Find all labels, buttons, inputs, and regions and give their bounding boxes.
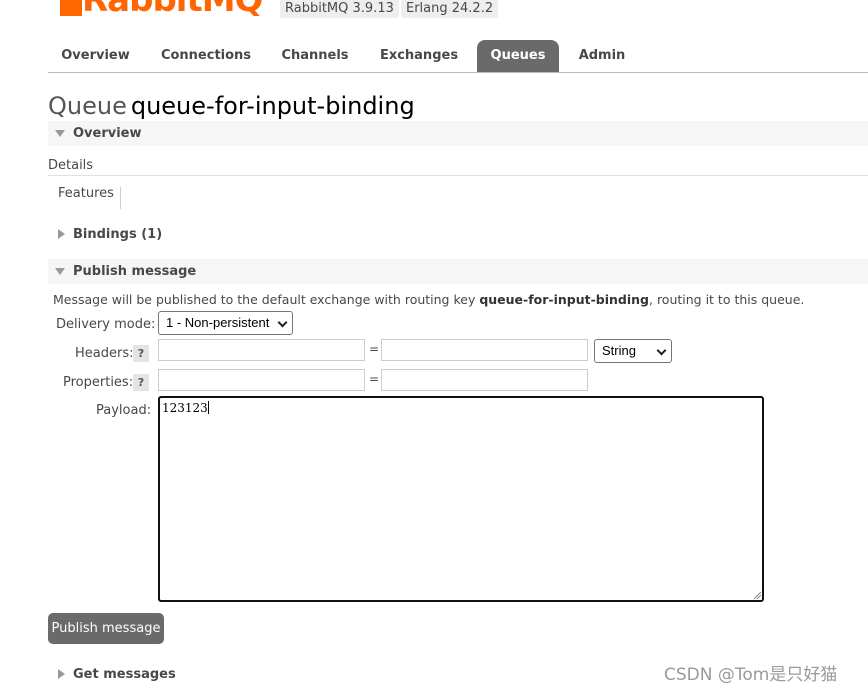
header-type-select[interactable]: String: [594, 339, 672, 363]
header-type-value: String: [602, 343, 636, 358]
payload-label: Payload:: [96, 403, 152, 418]
routing-key: queue-for-input-binding: [479, 292, 649, 307]
properties-label: Properties:: [63, 375, 134, 390]
page-title-prefix: Queue: [48, 92, 127, 120]
collapsed-triangle-icon: [58, 229, 65, 239]
details-divider: [48, 175, 868, 176]
logo-text: RabbitMQ: [82, 0, 263, 16]
overview-heading: Overview: [73, 126, 142, 141]
rabbit-logo-icon: [60, 0, 82, 16]
get-messages-heading: Get messages: [73, 667, 176, 682]
tab-exchanges[interactable]: Exchanges: [370, 40, 468, 72]
delivery-mode-label: Delivery mode:: [56, 317, 156, 332]
header-value-input[interactable]: [381, 339, 588, 361]
publish-desc-text: Message will be published to the default…: [53, 292, 480, 307]
tab-admin[interactable]: Admin: [568, 40, 636, 72]
publish-heading: Publish message: [73, 264, 197, 279]
features-divider: [120, 187, 121, 209]
bindings-heading: Bindings (1): [73, 227, 163, 242]
publish-section-header[interactable]: Publish message: [48, 259, 868, 284]
tab-queues[interactable]: Queues: [477, 40, 559, 72]
watermark: CSDN @Tom是只好猫: [664, 665, 838, 685]
delivery-mode-value: 1 - Non-persistent: [166, 315, 270, 330]
publish-desc-text-end: , routing it to this queue.: [649, 292, 805, 307]
header-key-input[interactable]: [158, 339, 365, 361]
property-value-input[interactable]: [381, 369, 588, 391]
equals-sign: =: [369, 342, 380, 356]
equals-sign: =: [369, 372, 380, 386]
publish-description: Message will be published to the default…: [53, 292, 804, 307]
publish-message-button[interactable]: Publish message: [48, 613, 164, 644]
payload-textarea[interactable]: 123123: [158, 396, 764, 602]
headers-help-icon[interactable]: ?: [133, 345, 149, 362]
tab-overview[interactable]: Overview: [48, 40, 143, 72]
tab-connections[interactable]: Connections: [151, 40, 261, 72]
chevron-down-icon: [656, 345, 667, 356]
erlang-version-badge: Erlang 24.2.2: [401, 0, 499, 18]
rabbitmq-version-badge: RabbitMQ 3.9.13: [280, 0, 399, 18]
rabbitmq-logo: RabbitMQTM: [60, 0, 270, 16]
properties-help-icon[interactable]: ?: [133, 374, 149, 391]
tab-channels[interactable]: Channels: [270, 40, 360, 72]
main-nav-tabs: Overview Connections Channels Exchanges …: [48, 40, 868, 73]
details-label: Details: [48, 158, 94, 173]
overview-section-header[interactable]: Overview: [48, 121, 868, 146]
property-key-input[interactable]: [158, 369, 365, 391]
collapsed-triangle-icon: [58, 669, 65, 679]
headers-label: Headers:: [75, 346, 134, 361]
text-caret: [207, 401, 209, 414]
queue-name: queue-for-input-binding: [130, 92, 415, 120]
expanded-triangle-icon: [55, 268, 65, 275]
chevron-down-icon: [277, 317, 288, 328]
expanded-triangle-icon: [55, 130, 65, 137]
page-title: Queue queue-for-input-binding: [48, 92, 415, 120]
features-label: Features: [58, 186, 114, 201]
resize-handle-icon[interactable]: [753, 591, 761, 599]
delivery-mode-select[interactable]: 1 - Non-persistent: [158, 311, 293, 335]
bindings-section-header[interactable]: Bindings (1): [48, 222, 868, 247]
payload-value: 123123: [162, 401, 208, 415]
